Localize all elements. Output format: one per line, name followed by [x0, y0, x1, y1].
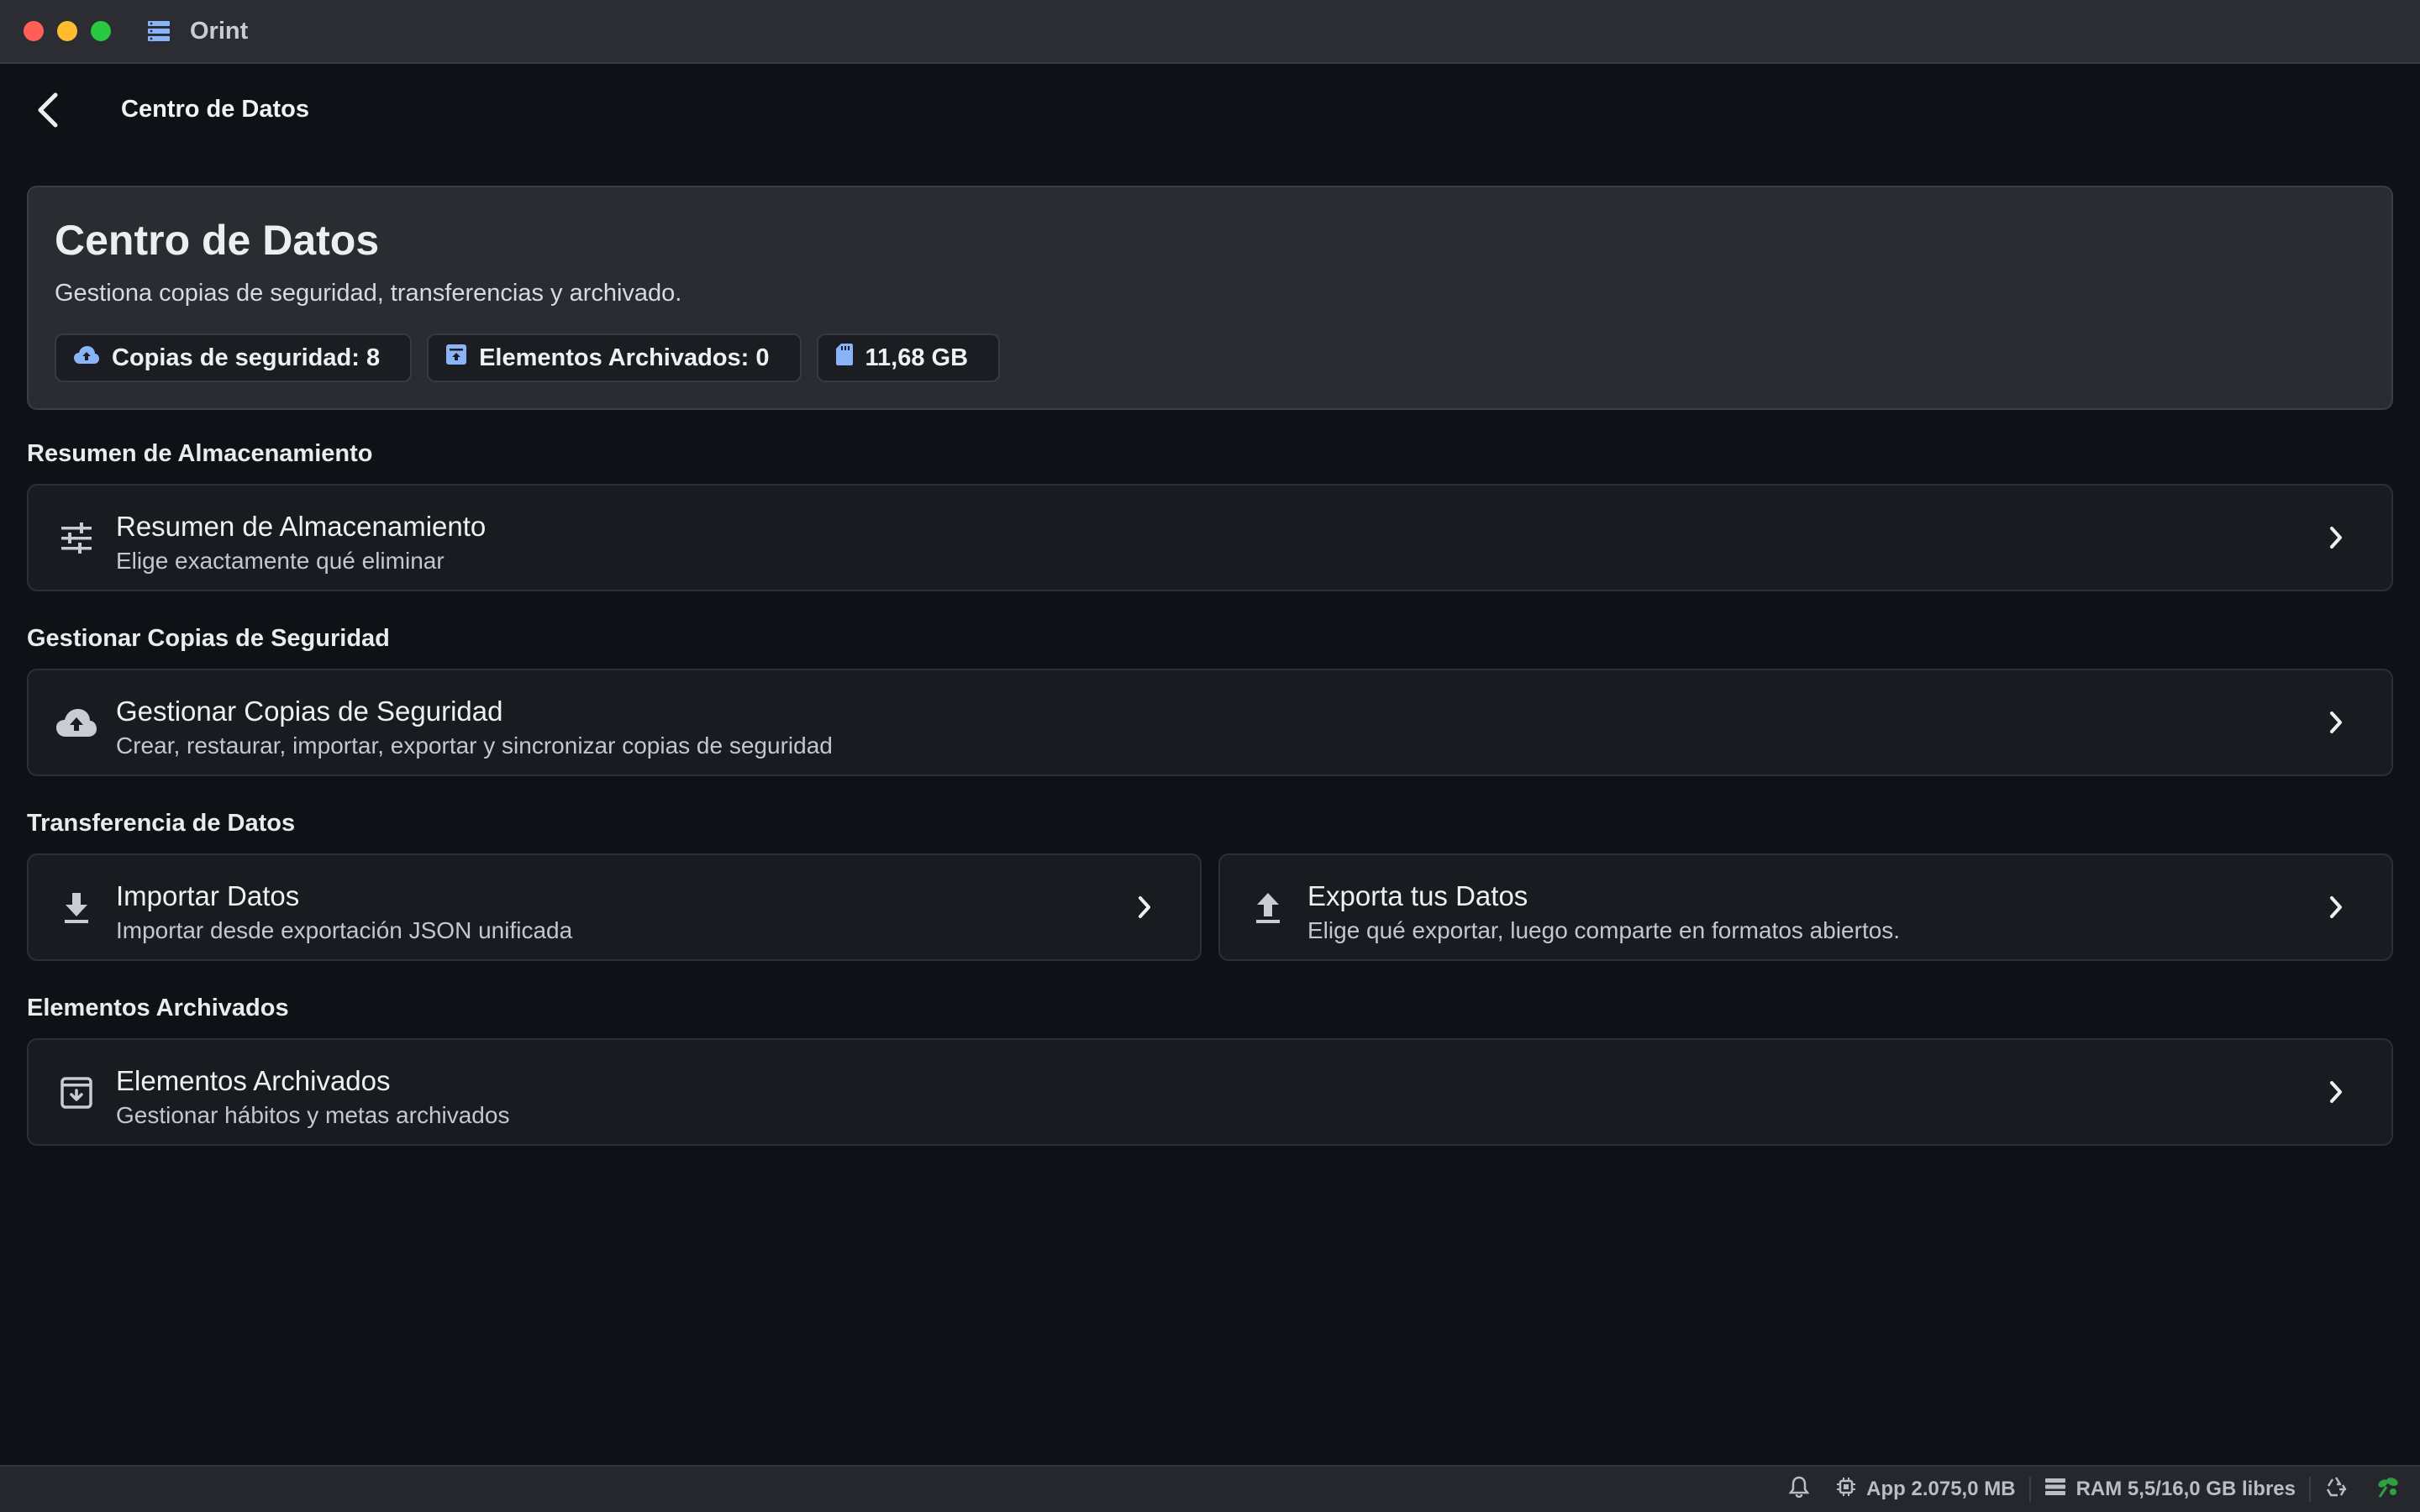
- manage-backups-subtitle: Crear, restaurar, importar, exportar y s…: [116, 732, 833, 759]
- manage-backups-card[interactable]: Gestionar Copias de Seguridad Crear, res…: [27, 669, 2393, 776]
- archive-icon: [55, 1072, 97, 1114]
- chevron-right-icon: [2321, 707, 2351, 738]
- app-title: Orint: [190, 17, 249, 45]
- summary-subtitle: Gestiona copias de seguridad, transferen…: [55, 280, 682, 307]
- storage-size-chip: 11,68 GB: [816, 333, 1001, 382]
- back-button[interactable]: [27, 89, 69, 131]
- minimize-window-button[interactable]: [57, 21, 77, 41]
- recycle-icon: [2324, 1475, 2348, 1504]
- backups-count-label: Copias de seguridad: 8: [112, 344, 381, 371]
- app-memory-label: App 2.075,0 MB: [1866, 1478, 2016, 1500]
- ram-label: RAM 5,5/16,0 GB libres: [2075, 1478, 2296, 1500]
- bell-icon: [1788, 1476, 1810, 1504]
- status-bar: App 2.075,0 MB RAM 5,5/16,0 GB libres: [0, 1465, 2420, 1512]
- notifications-button[interactable]: [1776, 1476, 1823, 1504]
- plant-sprout-icon: [2375, 1475, 2400, 1504]
- section-label-transfer: Transferencia de Datos: [27, 810, 296, 837]
- zoom-window-button[interactable]: [91, 21, 111, 41]
- archived-count-label: Elementos Archivados: 0: [479, 344, 770, 371]
- archived-items-card[interactable]: Elementos Archivados Gestionar hábitos y…: [27, 1038, 2393, 1146]
- sync-status-indicator[interactable]: [2361, 1475, 2400, 1504]
- chevron-left-icon: [38, 92, 58, 128]
- memory-stack-icon: [2044, 1478, 2066, 1502]
- chevron-right-icon: [2321, 522, 2351, 553]
- archived-items-title: Elementos Archivados: [116, 1065, 391, 1096]
- chevron-right-icon: [1129, 892, 1160, 922]
- storage-overview-subtitle: Elige exactamente qué eliminar: [116, 548, 445, 574]
- export-data-card[interactable]: Exporta tus Datos Elige qué exportar, lu…: [1218, 853, 2393, 961]
- import-data-subtitle: Importar desde exportación JSON unificad…: [116, 917, 573, 943]
- storage-size-label: 11,68 GB: [865, 344, 969, 371]
- summary-chips: Copias de seguridad: 8 Elementos Archiva…: [55, 333, 1001, 382]
- chevron-right-icon: [2321, 1077, 2351, 1107]
- ram-indicator[interactable]: RAM 5,5/16,0 GB libres: [2031, 1478, 2309, 1502]
- section-label-storage: Resumen de Almacenamiento: [27, 440, 373, 467]
- app-memory-indicator[interactable]: App 2.075,0 MB: [1823, 1477, 2028, 1503]
- recycle-button[interactable]: [2311, 1475, 2361, 1504]
- upload-icon: [1247, 887, 1289, 929]
- import-data-title: Importar Datos: [116, 880, 300, 911]
- storage-overview-title: Resumen de Almacenamiento: [116, 511, 487, 542]
- summary-title: Centro de Datos: [55, 217, 380, 264]
- close-window-button[interactable]: [24, 21, 44, 41]
- summary-card: Centro de Datos Gestiona copias de segur…: [27, 186, 2393, 410]
- manage-backups-title: Gestionar Copias de Seguridad: [116, 696, 503, 727]
- app-window: Orint Centro de Datos Centro de Datos Ge…: [0, 0, 2420, 1512]
- cloud-upload-icon: [73, 344, 100, 372]
- archived-count-chip: Elementos Archivados: 0: [427, 333, 802, 382]
- window-controls: [24, 21, 111, 41]
- cloud-upload-icon: [55, 702, 97, 744]
- download-icon: [55, 887, 97, 929]
- section-label-backups: Gestionar Copias de Seguridad: [27, 625, 390, 652]
- title-bar: Orint: [0, 0, 2420, 64]
- chevron-right-icon: [2321, 892, 2351, 922]
- sliders-icon: [55, 517, 97, 559]
- page-title: Centro de Datos: [121, 96, 309, 123]
- archive-box-icon: [445, 343, 467, 373]
- page-header: Centro de Datos: [0, 64, 2420, 158]
- import-data-card[interactable]: Importar Datos Importar desde exportació…: [27, 853, 1202, 961]
- cpu-chip-icon: [1836, 1477, 1856, 1503]
- storage-overview-card[interactable]: Resumen de Almacenamiento Elige exactame…: [27, 484, 2393, 591]
- backups-count-chip: Copias de seguridad: 8: [55, 333, 413, 382]
- database-icon: [146, 18, 175, 44]
- sd-card-icon: [835, 343, 854, 373]
- archived-items-subtitle: Gestionar hábitos y metas archivados: [116, 1102, 510, 1128]
- section-label-archived: Elementos Archivados: [27, 995, 289, 1021]
- export-data-title: Exporta tus Datos: [1307, 880, 1528, 911]
- export-data-subtitle: Elige qué exportar, luego comparte en fo…: [1307, 917, 1901, 943]
